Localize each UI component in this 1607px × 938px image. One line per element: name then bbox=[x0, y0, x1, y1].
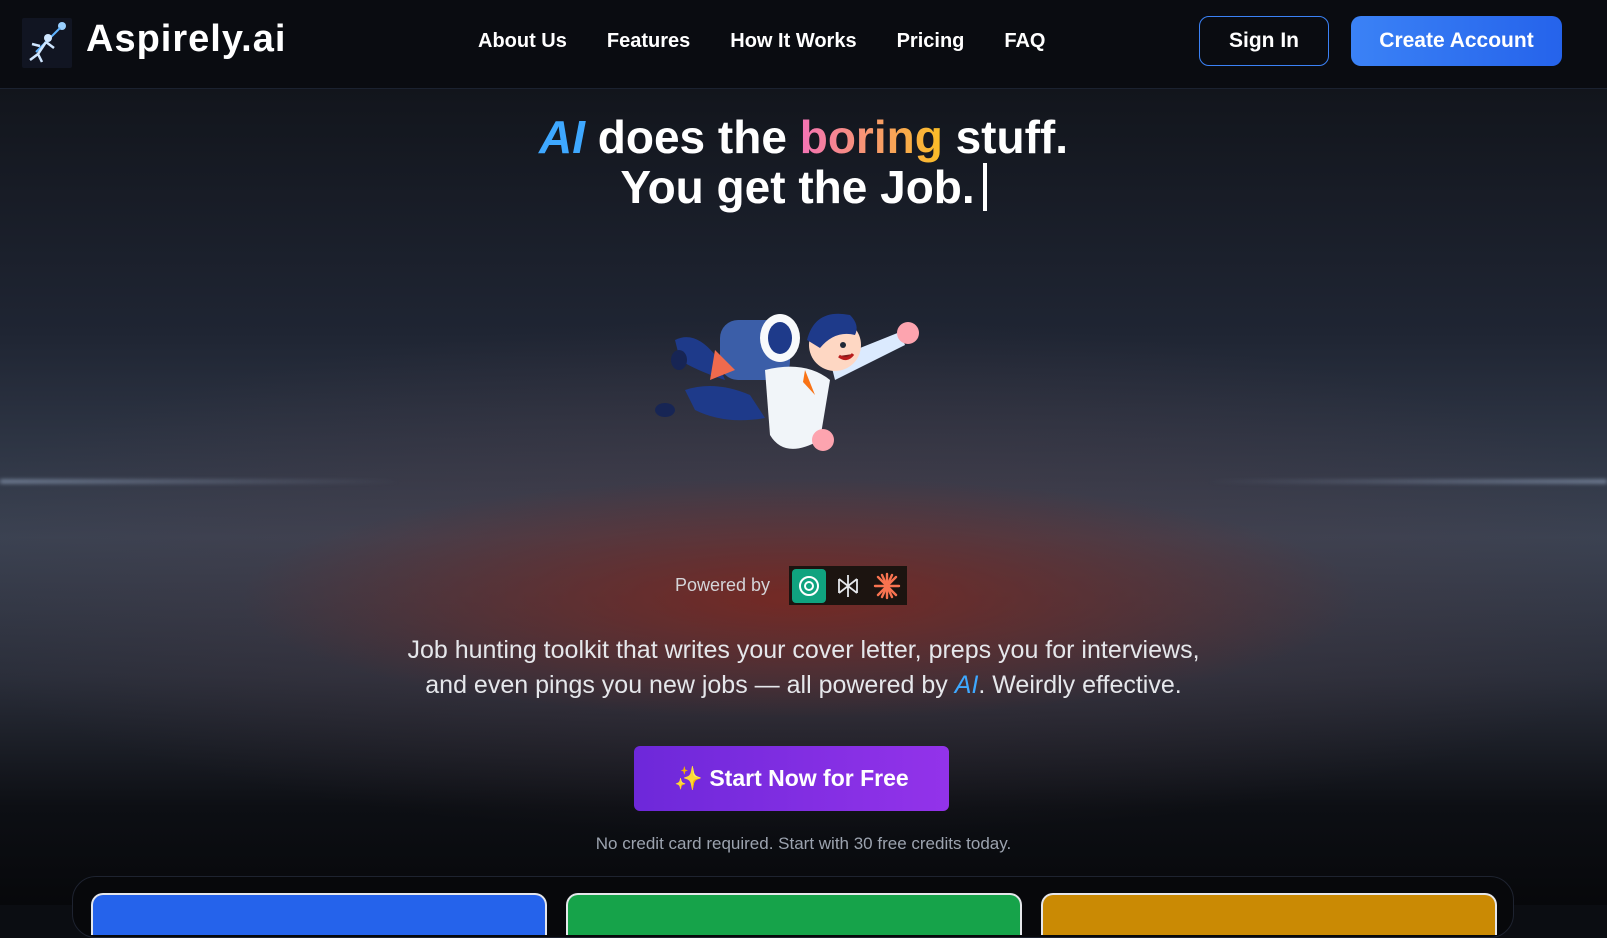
description-ai: AI bbox=[954, 671, 979, 699]
start-now-label: Start Now for Free bbox=[709, 765, 909, 791]
description-line-1: Job hunting toolkit that writes your cov… bbox=[407, 636, 1200, 664]
typing-cursor bbox=[982, 163, 987, 211]
no-credit-card-note: No credit card required. Start with 30 f… bbox=[595, 834, 1012, 853]
nav-faq[interactable]: FAQ bbox=[1004, 30, 1045, 53]
anthropic-icon bbox=[870, 569, 904, 603]
provider-logos bbox=[789, 566, 907, 605]
headline-part1: does the bbox=[597, 111, 787, 163]
description-line-2-start: and even pings you new jobs — all powere… bbox=[425, 671, 948, 699]
hero-description: Job hunting toolkit that writes your cov… bbox=[0, 633, 1607, 703]
feature-card-green[interactable] bbox=[566, 893, 1022, 935]
nav-about-us[interactable]: About Us bbox=[478, 30, 567, 53]
perplexity-icon bbox=[831, 569, 865, 603]
headline-part2: stuff. bbox=[955, 111, 1068, 163]
start-now-button[interactable]: ✨ Start Now for Free bbox=[634, 746, 949, 811]
top-navbar: Aspirely.ai About Us Features How It Wor… bbox=[0, 0, 1607, 89]
sparkles-icon: ✨ bbox=[674, 765, 703, 791]
horizon-glow bbox=[0, 480, 1607, 483]
nav-pricing[interactable]: Pricing bbox=[897, 30, 965, 53]
sign-in-button[interactable]: Sign In bbox=[1199, 16, 1329, 66]
create-account-button[interactable]: Create Account bbox=[1351, 16, 1562, 66]
jetpack-person-illustration bbox=[655, 300, 955, 475]
description-line-2: and even pings you new jobs — all powere… bbox=[0, 668, 1607, 703]
description-line-2-end: . Weirdly effective. bbox=[978, 671, 1182, 699]
feature-card-blue[interactable] bbox=[91, 893, 547, 935]
feature-card-yellow[interactable] bbox=[1041, 893, 1497, 935]
powered-by-label: Powered by bbox=[675, 575, 771, 595]
rocket-person-icon[interactable] bbox=[22, 18, 72, 68]
brand-name[interactable]: Aspirely.ai bbox=[86, 18, 286, 61]
headline-line2: You get the Job. bbox=[620, 161, 975, 213]
hero-headline: AI does the boring stuff. You get the Jo… bbox=[0, 112, 1607, 212]
headline-ai: AI bbox=[539, 111, 585, 163]
nav-features[interactable]: Features bbox=[607, 30, 690, 53]
headline-boring: boring bbox=[799, 111, 943, 163]
nav-how-it-works[interactable]: How It Works bbox=[730, 30, 856, 53]
openai-icon bbox=[791, 568, 826, 603]
main-nav: About Us Features How It Works Pricing F… bbox=[478, 30, 1046, 53]
